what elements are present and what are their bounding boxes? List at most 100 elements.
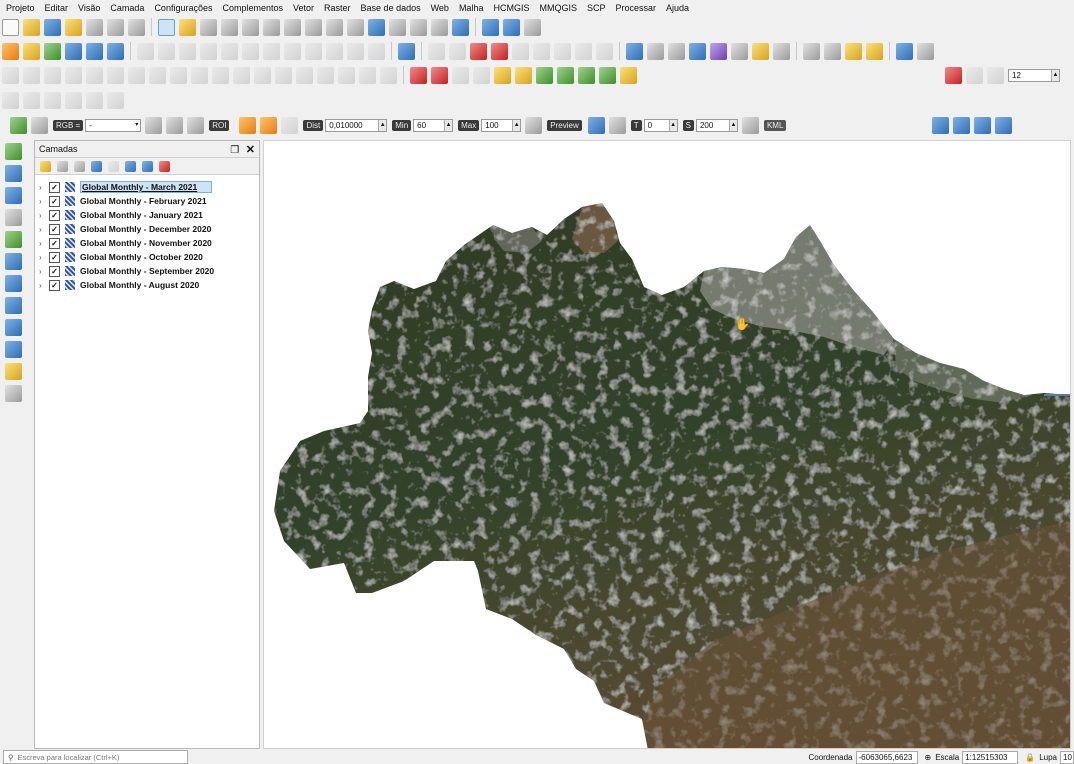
chevron-right-icon[interactable]: › xyxy=(39,267,49,276)
add-gps-layer-icon[interactable] xyxy=(5,231,22,248)
chevron-right-icon[interactable]: › xyxy=(39,211,49,220)
save-project-icon[interactable] xyxy=(44,18,61,36)
identify-icon[interactable] xyxy=(626,42,643,60)
raster-icon[interactable] xyxy=(410,66,427,84)
layer-item[interactable]: › ✓ Global Monthly - August 2020 xyxy=(39,278,259,292)
menu-12[interactable]: MMQGIS xyxy=(534,3,582,13)
shape-icon[interactable] xyxy=(2,91,19,109)
layer-checkbox[interactable]: ✓ xyxy=(49,251,60,263)
add-postgis-icon[interactable] xyxy=(5,275,22,292)
snapping-icon[interactable] xyxy=(987,66,1004,84)
locator-search-input[interactable]: ⚲ Escreva para localizar (Ctrl+K) xyxy=(3,750,188,764)
plugin-icon[interactable] xyxy=(917,42,934,60)
layout-manager-icon[interactable] xyxy=(107,18,124,36)
digitize-icon[interactable] xyxy=(65,66,82,84)
digitize-icon[interactable] xyxy=(2,66,19,84)
shape-icon[interactable] xyxy=(107,91,124,109)
select-icon[interactable] xyxy=(803,42,820,60)
stretch-icon[interactable] xyxy=(166,116,184,134)
menu-10[interactable]: Malha xyxy=(454,3,489,13)
zoom-last-icon[interactable] xyxy=(326,18,343,36)
label-icon[interactable] xyxy=(470,42,487,60)
shape-icon[interactable] xyxy=(44,91,61,109)
magnifier-field[interactable]: 10 xyxy=(1060,750,1074,764)
layer-item[interactable]: › ✓ Global Monthly - October 2020 xyxy=(39,250,259,264)
add-vector-layer-icon[interactable] xyxy=(5,143,22,160)
spin-arrows-icon[interactable]: ▲ xyxy=(1051,69,1059,81)
eye-icon[interactable] xyxy=(74,160,85,172)
chevron-right-icon[interactable]: › xyxy=(39,239,49,248)
digitize-icon[interactable] xyxy=(296,66,313,84)
add-raster-layer-icon[interactable] xyxy=(5,165,22,182)
style-icon[interactable] xyxy=(40,160,51,172)
raster-icon[interactable] xyxy=(473,66,490,84)
select-location-icon[interactable] xyxy=(866,42,883,60)
digitize-icon[interactable] xyxy=(317,66,334,84)
copy-icon[interactable] xyxy=(305,42,322,60)
shape-icon[interactable] xyxy=(23,91,40,109)
menu-6[interactable]: Vetor xyxy=(288,3,319,13)
layer-item[interactable]: › ✓ Global Monthly - February 2021 xyxy=(39,194,259,208)
pencil-icon[interactable] xyxy=(158,42,175,60)
digitize-icon[interactable] xyxy=(233,66,250,84)
statistics-icon[interactable] xyxy=(710,42,727,60)
add-spatialite-icon[interactable] xyxy=(5,253,22,270)
gear-icon[interactable] xyxy=(689,42,706,60)
t-input[interactable]: 0 ▲ xyxy=(643,118,678,132)
map-tips-icon[interactable] xyxy=(752,42,769,60)
undo-icon[interactable] xyxy=(347,42,364,60)
label-icon[interactable] xyxy=(428,42,445,60)
save-as-icon[interactable] xyxy=(65,18,82,36)
zoom-to-selection-icon[interactable] xyxy=(263,18,280,36)
redo-preview-icon[interactable] xyxy=(608,116,626,134)
zoom-to-layer-icon[interactable] xyxy=(284,18,301,36)
max-input[interactable]: 100 ▲ xyxy=(481,118,522,132)
collapse-all-icon[interactable] xyxy=(142,160,153,172)
scale-field[interactable]: 1:12515303 xyxy=(962,750,1019,764)
menu-8[interactable]: Base de dados xyxy=(356,3,426,13)
float-panel-icon[interactable]: ❐ xyxy=(230,145,239,156)
font-size-input[interactable]: 12 ▲ xyxy=(1008,68,1060,82)
add-group-icon[interactable] xyxy=(57,160,68,172)
globe-icon[interactable] xyxy=(503,18,520,36)
add-delimited-text-icon[interactable] xyxy=(5,209,22,226)
min-input[interactable]: 60 ▲ xyxy=(413,118,454,132)
menu-3[interactable]: Camada xyxy=(105,3,149,13)
label-icon[interactable] xyxy=(554,42,571,60)
label-icon[interactable] xyxy=(596,42,613,60)
zoom-out-icon[interactable] xyxy=(221,18,238,36)
add-wfs-icon[interactable] xyxy=(5,319,22,336)
style-manager-icon[interactable] xyxy=(128,18,145,36)
digitize-icon[interactable] xyxy=(128,66,145,84)
zoom-in-icon[interactable] xyxy=(200,18,217,36)
rgb-select[interactable]: - ▾ xyxy=(85,118,142,132)
raster-icon[interactable] xyxy=(452,66,469,84)
data-source-manager-icon[interactable] xyxy=(2,42,19,60)
layer-checkbox[interactable]: ✓ xyxy=(49,237,60,249)
add-feature-icon[interactable] xyxy=(200,42,217,60)
label-icon[interactable] xyxy=(512,42,529,60)
digitize-icon[interactable] xyxy=(65,42,82,60)
save-edits-icon[interactable] xyxy=(179,42,196,60)
measure-icon[interactable] xyxy=(731,42,748,60)
kml-button[interactable]: KML xyxy=(763,119,787,131)
globe-icon[interactable] xyxy=(482,18,499,36)
label-icon[interactable] xyxy=(449,42,466,60)
menu-4[interactable]: Configurações xyxy=(149,3,217,13)
spin-arrows-icon[interactable]: ▲ xyxy=(444,119,453,131)
digitize-icon[interactable] xyxy=(86,66,103,84)
spin-arrows-icon[interactable]: ▲ xyxy=(668,119,677,131)
cut-icon[interactable] xyxy=(284,42,301,60)
layer-checkbox[interactable]: ✓ xyxy=(49,181,60,193)
add-point-icon[interactable] xyxy=(599,66,616,84)
digitize-icon[interactable] xyxy=(275,66,292,84)
label-icon[interactable] xyxy=(491,42,508,60)
layer-item[interactable]: › ✓ Global Monthly - December 2020 xyxy=(39,222,259,236)
lock-icon[interactable]: 🔒 xyxy=(1025,753,1035,762)
digitize-icon[interactable] xyxy=(359,66,376,84)
digitize-icon[interactable] xyxy=(191,66,208,84)
menu-11[interactable]: HCMGIS xyxy=(488,3,534,13)
stretch-icon[interactable] xyxy=(145,116,163,134)
expand-all-icon[interactable] xyxy=(125,160,136,172)
user-location-icon[interactable] xyxy=(974,116,991,134)
